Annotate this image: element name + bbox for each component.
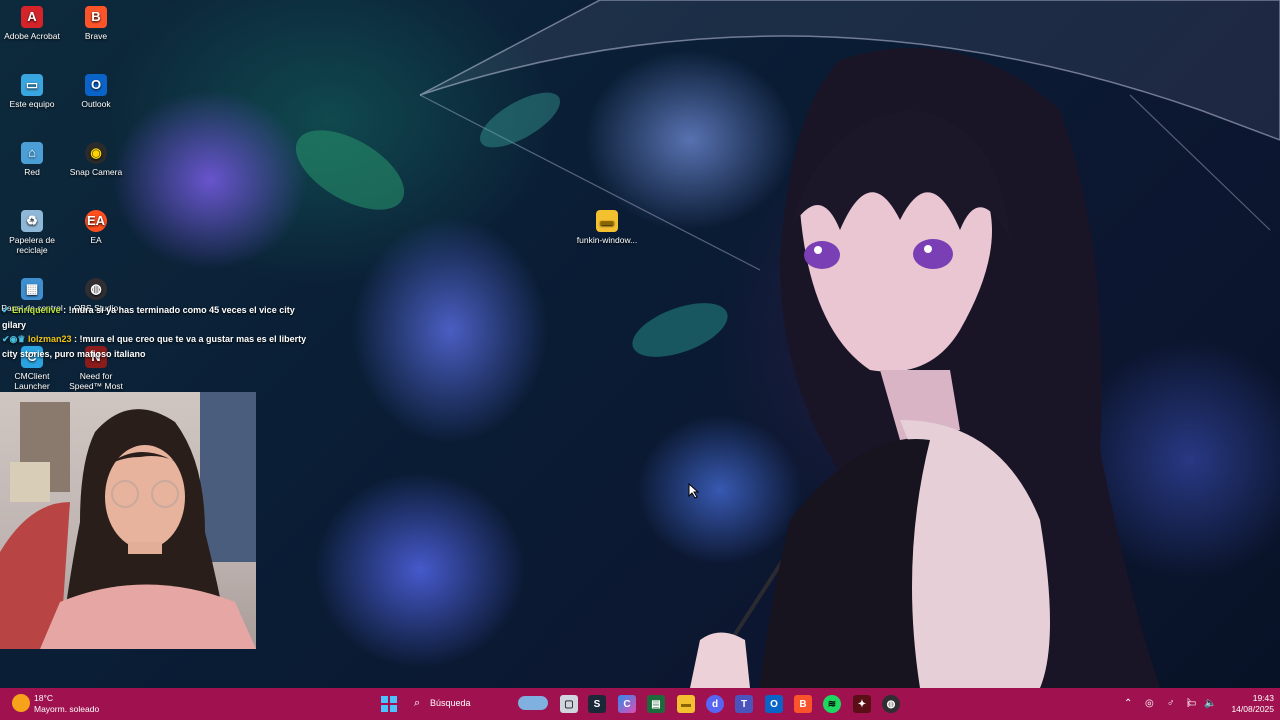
adobe-acrobat-icon: A [21, 6, 43, 28]
desktop-icon-label: Red [24, 167, 40, 177]
weather-sun-icon [12, 694, 30, 712]
taskbar-file-explorer[interactable]: ▬ [677, 695, 695, 713]
outlook-icon: O [85, 74, 107, 96]
folder-icon: ▬ [596, 210, 618, 232]
search-highlight-icon [518, 696, 548, 710]
taskbar: 18°C Mayorm. soleado ⌕ Búsqueda ▢ S C ▤ … [0, 688, 1280, 720]
taskbar-steam[interactable]: S [588, 695, 606, 713]
search-label: Búsqueda [430, 698, 471, 708]
desktop-icon-label: funkin-window... [576, 235, 638, 245]
taskbar-teams[interactable]: T [735, 695, 753, 713]
weather-desc: Mayorm. soleado [34, 704, 100, 714]
desktop-icon-label: Papelera de reciclaje [9, 235, 55, 255]
desktop-icon-label: Snap Camera [69, 167, 123, 177]
chat-username: Enriquelive [12, 305, 61, 315]
clock-time: 19:43 [1252, 693, 1274, 703]
stream-chat-overlay: ✔ Enriquelive : !mura si ya has terminad… [2, 303, 314, 361]
chat-message: ✔ Enriquelive : !mura si ya has terminad… [2, 303, 314, 332]
taskbar-search-box[interactable]: ⌕ Búsqueda [406, 694, 554, 714]
obs-studio-icon: ◍ [85, 278, 107, 300]
desktop-icon-funkin-folder[interactable]: ▬ funkin-window... [575, 210, 639, 245]
tray-microphone-icon[interactable]: ♂ [1167, 698, 1175, 709]
mouse-cursor-icon [688, 483, 700, 499]
brave-icon: B [85, 6, 107, 28]
taskbar-obs[interactable]: ◍ [882, 695, 900, 713]
control-panel-icon: ▦ [21, 278, 43, 300]
chat-message: ✔◉♛ lolzman23 : !mura el que creo que te… [2, 332, 314, 361]
desktop-icon-label: EA [90, 235, 102, 245]
taskbar-app-green[interactable]: ▤ [647, 695, 665, 713]
tray-display-icon[interactable]: ▭ [1187, 698, 1196, 709]
start-button[interactable] [380, 695, 398, 713]
taskbar-app-red[interactable]: ✦ [853, 695, 871, 713]
tray-chevron-up-icon[interactable]: ⌃ [1124, 698, 1132, 709]
computer-icon: ▭ [21, 74, 43, 96]
chat-username: lolzman23 [27, 334, 72, 344]
taskbar-task-view[interactable]: ▢ [560, 695, 578, 713]
recycle-bin-icon: ♻ [21, 210, 43, 232]
weather-temp: 18°C [34, 693, 53, 703]
taskbar-spotify[interactable]: ≋ [823, 695, 841, 713]
desktop-icon-ea[interactable]: EA EA [64, 210, 128, 245]
taskbar-discord[interactable]: d [706, 695, 724, 713]
clock-date: 14/08/2025 [1231, 704, 1274, 714]
webcam-overlay [0, 392, 256, 649]
desktop-icon-label: Brave [84, 31, 108, 41]
windows-logo-icon [381, 696, 397, 712]
ea-icon: EA [85, 210, 107, 232]
taskbar-brave[interactable]: B [794, 695, 812, 713]
desktop-icon-label: Adobe Acrobat [4, 31, 60, 41]
desktop-icon-outlook[interactable]: O Outlook [64, 74, 128, 109]
search-icon: ⌕ [414, 697, 421, 709]
webcam-feed [0, 392, 256, 649]
chat-badge-icon: ✔ [2, 305, 10, 315]
desktop-icon-red[interactable]: ⌂ Red [0, 142, 64, 177]
taskbar-copilot[interactable]: C [618, 695, 636, 713]
desktop-icon-label: Outlook [81, 99, 111, 109]
tray-network-app-icon[interactable]: ◎ [1145, 698, 1154, 709]
snap-camera-icon: ◉ [85, 142, 107, 164]
chat-badge-icon: ✔◉♛ [2, 334, 26, 344]
desktop-icon-label: CMClient Launcher [14, 371, 50, 391]
desktop-icon-papelera[interactable]: ♻ Papelera de reciclaje [0, 210, 64, 255]
system-clock[interactable]: 19:43 14/08/2025 [1222, 693, 1274, 715]
taskbar-outlook[interactable]: O [765, 695, 783, 713]
desktop-icon-brave[interactable]: B Brave [64, 6, 128, 41]
desktop-icon-snap-camera[interactable]: ◉ Snap Camera [64, 142, 128, 177]
desktop-icon-label: Este equipo [9, 99, 55, 109]
desktop-icon-este-equipo[interactable]: ▭ Este equipo [0, 74, 64, 109]
tray-volume-icon[interactable]: 🔈 [1204, 698, 1216, 709]
network-icon: ⌂ [21, 142, 43, 164]
desktop-icon-adobe-acrobat[interactable]: A Adobe Acrobat [0, 6, 64, 41]
